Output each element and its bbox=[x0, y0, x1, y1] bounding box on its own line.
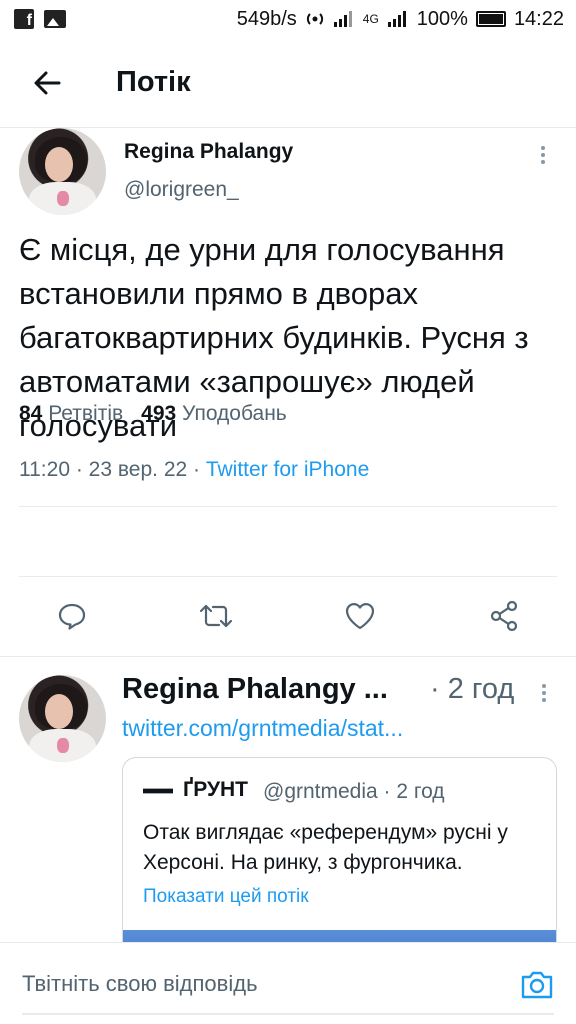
like-icon bbox=[345, 603, 375, 630]
tweet-more-button[interactable] bbox=[528, 140, 558, 170]
tweet-date: 23 вер. 22 bbox=[88, 458, 188, 481]
show-thread-link[interactable]: Показати цей потік bbox=[143, 886, 309, 908]
author-name[interactable]: Regina Phalangy bbox=[124, 140, 293, 164]
reply-tweet[interactable]: Regina Phalangy ... · 2 год twitter.com/… bbox=[0, 656, 576, 957]
reply-more-button[interactable] bbox=[530, 679, 558, 707]
tweet-time: 11:20 bbox=[19, 458, 70, 481]
tweet-meta: 11:20 · 23 вер. 22 · Twitter for iPhone bbox=[19, 458, 370, 481]
reply-time: · 2 год bbox=[430, 673, 515, 705]
quoted-tweet-text: Отак виглядає «референдум» русні у Херсо… bbox=[143, 821, 508, 874]
share-icon bbox=[490, 600, 518, 632]
like-button[interactable] bbox=[342, 598, 378, 634]
signal-icon bbox=[333, 11, 352, 27]
quoted-author-handle: @grntmedia · 2 год bbox=[263, 780, 445, 803]
quoted-tweet-card[interactable]: ҐРУНТ @grntmedia · 2 год Отак виглядає «… bbox=[122, 757, 557, 957]
share-button[interactable] bbox=[486, 598, 522, 634]
app-header: Потік bbox=[0, 38, 576, 128]
battery-icon bbox=[475, 11, 506, 27]
grunt-logo-icon bbox=[143, 788, 173, 794]
reply-button[interactable] bbox=[54, 598, 90, 634]
more-vertical-icon bbox=[541, 146, 545, 164]
battery-percent: 100% bbox=[416, 7, 468, 30]
like-count-link[interactable]: 493 Уподобань bbox=[141, 402, 287, 425]
back-button[interactable] bbox=[0, 38, 94, 128]
reply-author-avatar[interactable] bbox=[19, 675, 106, 762]
author-handle[interactable]: @lorigreen_ bbox=[124, 178, 239, 202]
reply-composer: Твітніть свою відповідь bbox=[0, 942, 576, 1024]
retweet-count-link[interactable]: 84 Ретвітів bbox=[19, 402, 123, 425]
tweet-actions bbox=[0, 588, 576, 648]
divider bbox=[19, 506, 557, 507]
facebook-notification-icon: f bbox=[14, 9, 34, 29]
camera-button[interactable] bbox=[519, 967, 555, 1003]
hotspot-icon bbox=[306, 13, 323, 25]
network-type: 4G bbox=[362, 12, 379, 26]
signal-4g-icon bbox=[387, 11, 406, 27]
tweet-stats: 84 Ретвітів 493 Уподобань bbox=[19, 402, 287, 426]
retweet-button[interactable] bbox=[198, 598, 234, 634]
page-title: Потік bbox=[116, 66, 191, 98]
clock: 14:22 bbox=[513, 7, 564, 30]
back-arrow-icon bbox=[34, 71, 61, 94]
reply-icon bbox=[58, 603, 86, 630]
reply-link[interactable]: twitter.com/grntmedia/stat... bbox=[122, 715, 403, 742]
reply-author-name[interactable]: Regina Phalangy ... bbox=[122, 673, 404, 706]
quoted-author-name: ҐРУНТ bbox=[183, 778, 249, 801]
reply-input[interactable]: Твітніть свою відповідь bbox=[22, 971, 258, 997]
more-vertical-icon bbox=[542, 684, 546, 702]
image-notification-icon bbox=[44, 10, 66, 28]
author-avatar[interactable] bbox=[19, 128, 106, 215]
camera-icon bbox=[521, 971, 553, 999]
divider bbox=[19, 576, 557, 577]
retweet-icon bbox=[199, 604, 233, 628]
composer-underline bbox=[22, 1013, 554, 1015]
tweet-source[interactable]: Twitter for iPhone bbox=[206, 458, 369, 481]
network-speed: 549b/s bbox=[236, 7, 297, 30]
status-bar: f 549b/s 4G 100% 14:22 bbox=[0, 0, 576, 38]
